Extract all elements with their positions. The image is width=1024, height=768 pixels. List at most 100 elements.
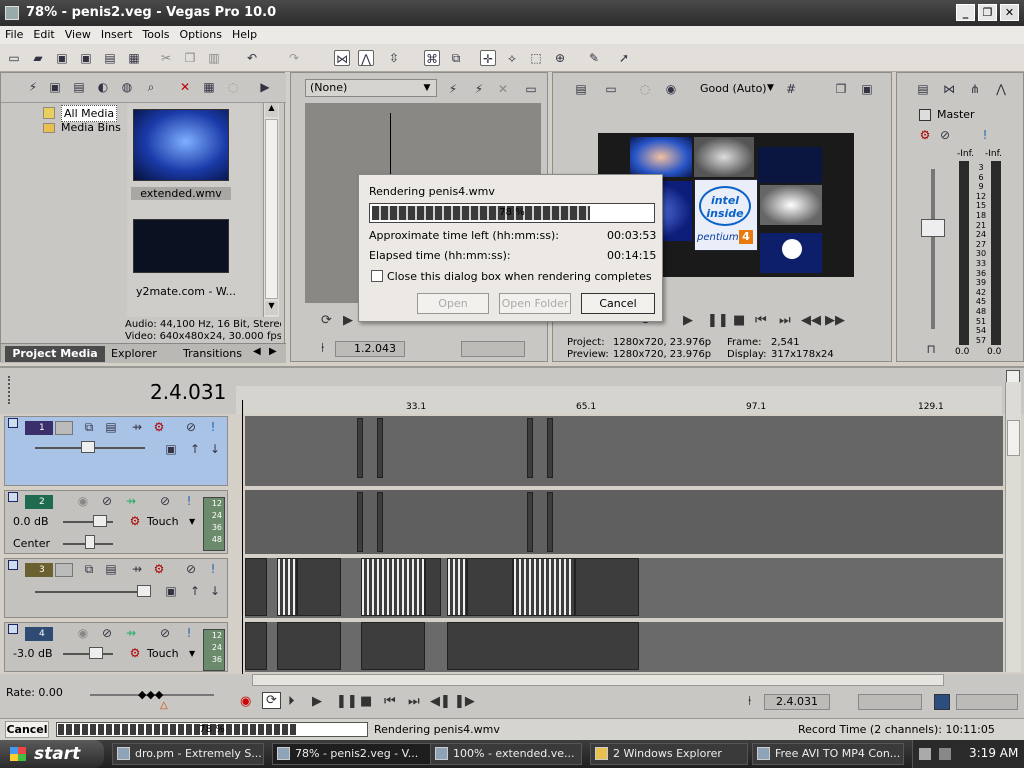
clip[interactable] bbox=[277, 622, 341, 670]
open-folder-button[interactable]: Open Folder bbox=[499, 293, 571, 314]
new-icon[interactable]: ▭ bbox=[6, 50, 22, 66]
clip[interactable] bbox=[357, 492, 363, 552]
automation-mode[interactable]: Touch bbox=[147, 515, 179, 528]
clip[interactable] bbox=[527, 418, 533, 478]
mute-icon[interactable]: ⊘ bbox=[157, 493, 173, 509]
track-fx-icon[interactable]: ⚙ bbox=[151, 419, 167, 435]
redo-icon[interactable]: ↷ bbox=[286, 50, 302, 66]
tab-scroll-left-icon[interactable]: ◀ bbox=[253, 346, 261, 357]
track-lane-4[interactable] bbox=[245, 622, 1003, 672]
save-as-icon[interactable]: ▣ bbox=[78, 50, 94, 66]
maximize-button[interactable]: ❐ bbox=[978, 4, 997, 21]
taskbar-item[interactable]: 78% - penis2.veg - V... bbox=[272, 743, 442, 765]
snap-icon[interactable]: ⋈ bbox=[334, 50, 350, 66]
tab-scroll-right-icon[interactable]: ▶ bbox=[269, 346, 277, 357]
stop-icon[interactable]: ■ bbox=[360, 694, 372, 709]
track-fx-icon[interactable]: ⚙ bbox=[151, 561, 167, 577]
close-button[interactable]: ✕ bbox=[1000, 4, 1019, 21]
minimize-track-icon[interactable] bbox=[8, 624, 18, 634]
open-button[interactable]: Open bbox=[417, 293, 489, 314]
cut-icon[interactable]: ✂ bbox=[158, 50, 174, 66]
forward-icon[interactable]: ▶▶ bbox=[825, 313, 845, 328]
track-lane-2[interactable] bbox=[245, 490, 1003, 554]
mute-icon[interactable]: ⊘ bbox=[183, 561, 199, 577]
solo-icon[interactable]: ! bbox=[205, 419, 221, 435]
rewind-icon[interactable]: ◀◀ bbox=[801, 313, 821, 328]
composite-icon[interactable]: ⧉ bbox=[81, 561, 97, 577]
preview-quality[interactable]: Good (Auto) bbox=[700, 82, 767, 95]
envelope-tool-icon[interactable]: ⟡ bbox=[504, 50, 520, 66]
brush-icon[interactable]: ✎ bbox=[586, 50, 602, 66]
trimmer-dropdown[interactable]: (None) bbox=[305, 79, 437, 97]
phase-icon[interactable]: ⊘ bbox=[99, 493, 115, 509]
taskbar-item[interactable]: 100% - extended.ve... bbox=[430, 743, 582, 765]
volume-handle[interactable] bbox=[89, 647, 103, 659]
chevron-down-icon[interactable]: ▼ bbox=[419, 80, 435, 96]
scroll-thumb[interactable] bbox=[265, 119, 278, 299]
automation-icon[interactable]: ⚙ bbox=[127, 513, 143, 529]
clip[interactable] bbox=[513, 558, 575, 616]
pause-icon[interactable]: ❚❚ bbox=[336, 694, 358, 709]
mixer-properties-icon[interactable]: ▤ bbox=[915, 81, 931, 97]
mixer-downmix-icon[interactable]: ⋀ bbox=[993, 81, 1009, 97]
delete-icon[interactable]: ✕ bbox=[177, 79, 193, 95]
tab-explorer[interactable]: Explorer bbox=[111, 347, 157, 360]
tab-transitions[interactable]: Transitions bbox=[183, 347, 242, 360]
composite-icon[interactable]: ⧉ bbox=[81, 419, 97, 435]
record-arm-icon[interactable]: ◉ bbox=[75, 493, 91, 509]
properties-icon[interactable]: ▦ bbox=[126, 50, 142, 66]
external-monitor-icon[interactable]: ▭ bbox=[603, 81, 619, 97]
clip[interactable] bbox=[425, 558, 441, 616]
menu-help[interactable]: Help bbox=[227, 28, 262, 41]
chevron-down-icon[interactable]: ▼ bbox=[189, 517, 195, 526]
open-icon[interactable]: ▰ bbox=[30, 50, 46, 66]
master-fader[interactable] bbox=[921, 219, 945, 237]
play-preview-icon[interactable]: ▶ bbox=[257, 79, 273, 95]
trimmer-fx-icon[interactable]: ⚡ bbox=[471, 81, 487, 97]
volume-handle[interactable] bbox=[93, 515, 107, 527]
mute-icon[interactable]: ⊘ bbox=[183, 419, 199, 435]
play-icon[interactable]: ▶ bbox=[683, 313, 693, 328]
tray-icon[interactable] bbox=[919, 748, 931, 760]
mixer-bus-icon[interactable]: ⋔ bbox=[967, 81, 983, 97]
clip[interactable] bbox=[245, 622, 267, 670]
paste-icon[interactable]: ▥ bbox=[206, 50, 222, 66]
record-arm-icon[interactable]: ◉ bbox=[75, 625, 91, 641]
render-icon[interactable]: ▤ bbox=[102, 50, 118, 66]
expand-icon[interactable]: ▣ bbox=[163, 441, 179, 457]
opacity-handle[interactable] bbox=[137, 585, 151, 597]
timeline-hscroll[interactable] bbox=[252, 674, 944, 686]
loop-icon[interactable]: ⟳ bbox=[321, 313, 332, 328]
record-icon[interactable]: ◉ bbox=[240, 694, 251, 709]
track-header-3[interactable]: 3 ⧉ ▤ ⇸ ⚙ ⊘ ! ▣ ↑ ↓ bbox=[4, 558, 228, 618]
track-lane-1[interactable] bbox=[245, 416, 1003, 486]
automation-icon[interactable]: ⚙ bbox=[127, 645, 143, 661]
minimize-track-icon[interactable] bbox=[8, 492, 18, 502]
automation-mode[interactable]: Touch bbox=[147, 647, 179, 660]
trimmer-close-icon[interactable]: ✕ bbox=[495, 81, 511, 97]
go-to-start-icon[interactable]: ⏮ bbox=[384, 694, 396, 709]
clip[interactable] bbox=[361, 622, 425, 670]
lock-icon[interactable]: ⊓ bbox=[923, 341, 939, 357]
mixer-insert-icon[interactable]: ⋈ bbox=[941, 81, 957, 97]
taskbar-item[interactable]: 2 Windows Explorer bbox=[590, 743, 748, 765]
next-frame-icon[interactable]: ❚▶ bbox=[454, 694, 475, 709]
menu-options[interactable]: Options bbox=[175, 28, 227, 41]
track-lane-3[interactable] bbox=[245, 558, 1003, 618]
track-insert-icon[interactable]: ⇸ bbox=[123, 625, 139, 641]
arrow-up-icon[interactable]: ↑ bbox=[187, 441, 203, 457]
trimmer-screen-icon[interactable]: ▭ bbox=[523, 81, 539, 97]
prev-frame-icon[interactable]: ⏮ bbox=[755, 313, 767, 328]
media-fx-icon[interactable]: ◌ bbox=[225, 79, 241, 95]
chevron-down-icon[interactable]: ▼ bbox=[189, 649, 195, 658]
clip[interactable] bbox=[245, 558, 267, 616]
menu-view[interactable]: View bbox=[60, 28, 96, 41]
parent-icon[interactable]: ▤ bbox=[103, 561, 119, 577]
clip[interactable] bbox=[277, 558, 297, 616]
menu-insert[interactable]: Insert bbox=[96, 28, 138, 41]
play-icon[interactable]: ▶ bbox=[312, 694, 322, 709]
search-icon[interactable]: ⌕ bbox=[143, 79, 159, 95]
scroll-up-icon[interactable]: ▲ bbox=[265, 103, 278, 117]
master-mute-icon[interactable]: ⊘ bbox=[937, 127, 953, 143]
mute-icon[interactable]: ⊘ bbox=[157, 625, 173, 641]
